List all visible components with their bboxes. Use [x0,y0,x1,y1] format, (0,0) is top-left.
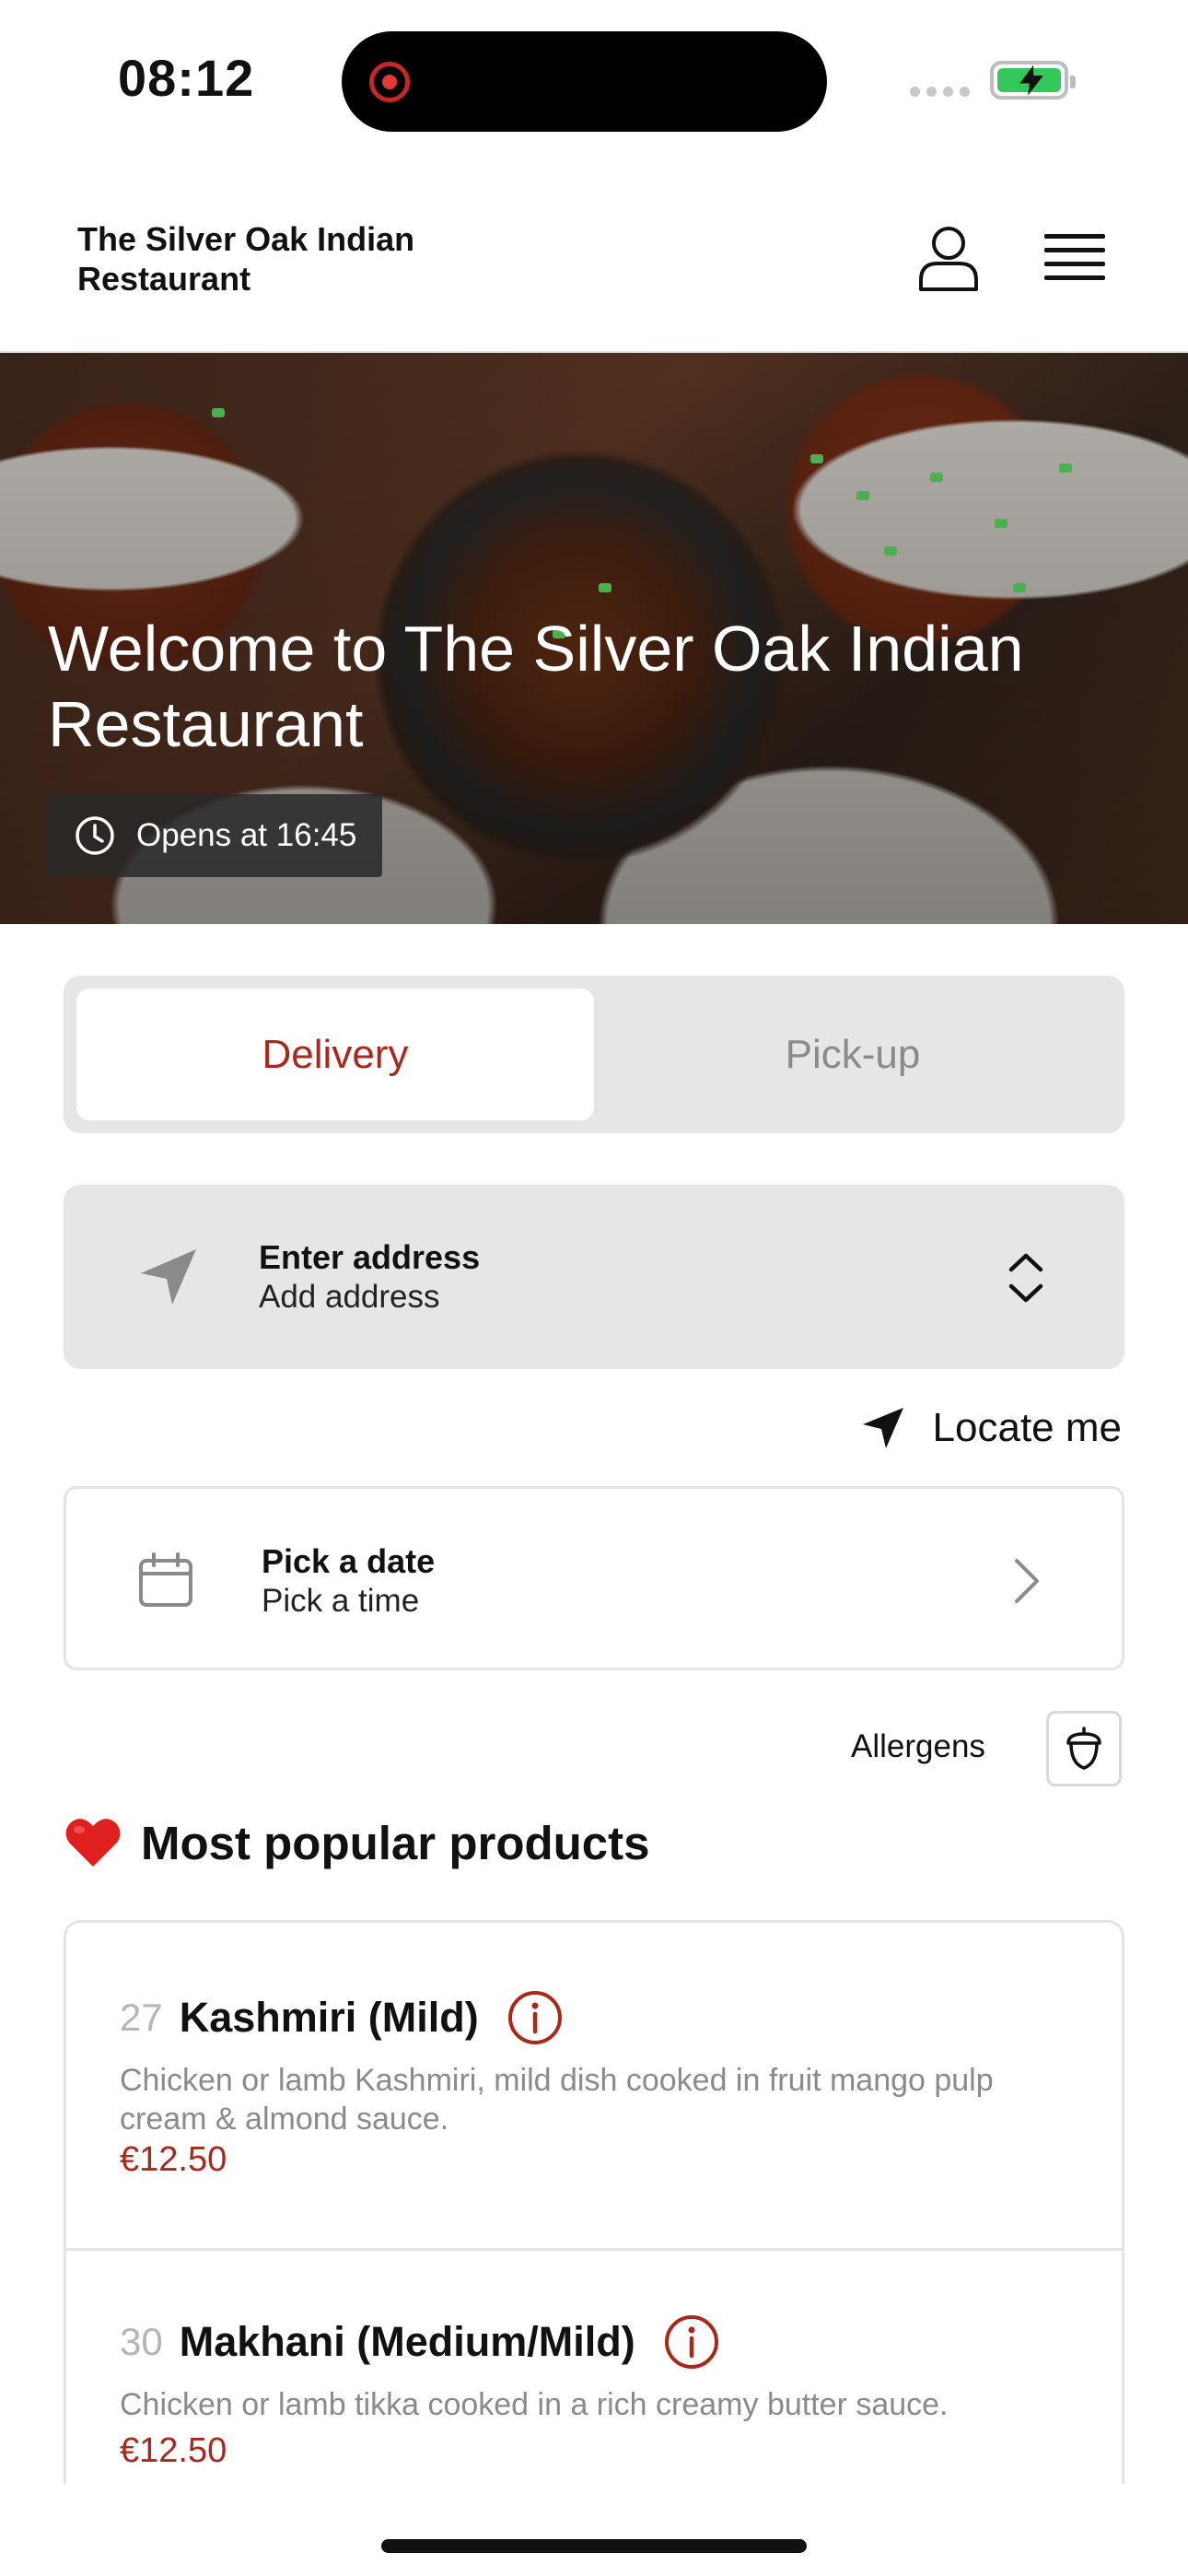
product-description: Chicken or lamb Kashmiri, mild dish cook… [120,2063,994,2137]
navigation-arrow-icon [862,1408,903,1448]
hero-title: Welcome to The Silver Oak Indian Restaur… [48,613,1024,760]
product-description: Chicken or lamb tikka cooked in a rich c… [120,2387,949,2422]
acorn-icon [1066,1727,1101,1770]
product-number: 27 [120,1996,163,2039]
locate-me-button[interactable]: Locate me [861,1399,1122,1458]
section-title-text: Most popular products [141,1816,650,1869]
chevron-right-icon [1015,1559,1039,1603]
record-icon [369,62,410,102]
locate-me-label: Locate me [932,1405,1122,1450]
tab-delivery[interactable]: Delivery [76,989,594,1120]
info-icon[interactable] [663,2313,720,2371]
allergens-label: Allergens [851,1728,985,1764]
opening-time-text: Opens at 16:45 [136,817,357,853]
menu-icon[interactable] [1044,228,1105,286]
hero-banner: Welcome to The Silver Oak Indian Restaur… [0,353,1188,924]
time-subtitle: Pick a time [262,1583,420,1619]
info-icon[interactable] [507,1989,564,2046]
restaurant-name: The Silver Oak Indian Restaurant [77,220,415,298]
tab-pickup[interactable]: Pick-up [594,989,1112,1120]
home-indicator[interactable] [381,2539,807,2553]
address-selector[interactable]: Enter address Add address [64,1185,1124,1369]
product-name: Makhani (Medium/Mild) [179,2318,635,2365]
product-price: €12.50 [120,2431,227,2470]
product-card[interactable]: 27 Kashmiri (Mild) Chicken or lamb Kashm… [66,1923,1122,2251]
status-time: 08:12 [118,49,255,107]
allergens-button[interactable] [1046,1711,1122,1786]
opening-time-badge: Opens at 16:45 [48,794,383,877]
calendar-icon [139,1552,192,1607]
product-number: 30 [120,2320,163,2363]
popular-products-list: 27 Kashmiri (Mild) Chicken or lamb Kashm… [64,1920,1124,2484]
chevron-up-down-icon [1008,1253,1043,1303]
user-icon[interactable] [917,225,980,291]
heart-icon [65,1819,121,1867]
date-time-picker[interactable]: Pick a date Pick a time [64,1486,1124,1670]
status-bar: 08:12 [0,0,1188,161]
order-mode-toggle: Delivery Pick-up [64,976,1124,1133]
product-price: €12.50 [120,2140,227,2179]
app-header: The Silver Oak Indian Restaurant [0,184,1188,353]
battery-icon [990,61,1076,100]
date-title: Pick a date [262,1542,436,1580]
address-title: Enter address [259,1238,481,1276]
signal-icon [910,87,970,97]
dynamic-island [342,31,827,132]
clock-icon [76,816,114,855]
product-name: Kashmiri (Mild) [179,1994,479,2041]
section-title: Most popular products [64,1813,649,1872]
navigation-arrow-icon [141,1249,196,1305]
product-card[interactable]: 30 Makhani (Medium/Mild) Chicken or lamb… [66,2251,1122,2484]
address-subtitle: Add address [259,1279,440,1315]
